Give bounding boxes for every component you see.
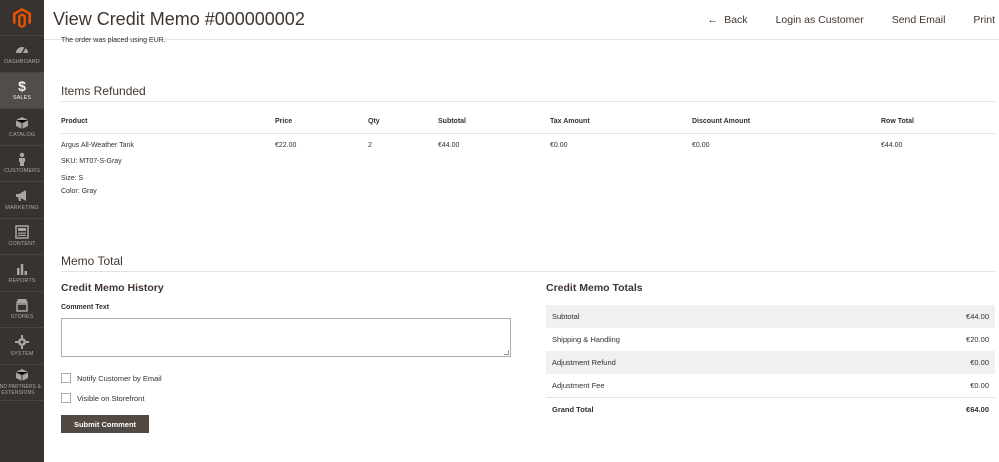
- admin-sidebar: DASHBOARD $ SALES CATALOG CUSTOMERS MARK…: [0, 0, 44, 462]
- sidebar-item-system[interactable]: SYSTEM: [0, 328, 44, 365]
- product-cell: Argus All-Weather Tank SKU: MT07-S-Gray …: [61, 142, 134, 196]
- totals-label: Subtotal: [552, 312, 580, 321]
- content-icon: [15, 225, 29, 239]
- subtotal-cell: €44.00: [438, 142, 460, 149]
- price-cell: €22.00: [275, 142, 297, 149]
- dollar-icon: $: [18, 78, 26, 95]
- sidebar-item-partners[interactable]: FIND PARTNERS & EXTENSIONS: [0, 365, 44, 401]
- column-header-discount: Discount Amount: [692, 118, 751, 125]
- visible-storefront-checkbox[interactable]: [61, 393, 71, 403]
- column-header-tax: Tax Amount: [550, 118, 590, 125]
- back-label: Back: [724, 13, 748, 26]
- sidebar-item-label: CONTENT: [8, 241, 36, 248]
- sidebar-item-label: STORES: [10, 314, 34, 321]
- memo-total-title: Memo Total: [61, 254, 123, 268]
- login-as-customer-button[interactable]: Login as Customer: [762, 14, 878, 26]
- notify-customer-row: Notify Customer by Email: [61, 373, 162, 383]
- product-name: Argus All-Weather Tank: [61, 142, 134, 149]
- dashboard-icon: [16, 46, 28, 54]
- sidebar-item-label: CUSTOMERS: [4, 168, 40, 175]
- totals-value: €0.00: [970, 381, 989, 390]
- column-header-product: Product: [61, 118, 88, 125]
- sidebar-item-sales[interactable]: $ SALES: [0, 72, 44, 109]
- print-button[interactable]: Print: [959, 14, 999, 26]
- store-icon: [16, 299, 28, 312]
- totals-value: €0.00: [970, 358, 989, 367]
- totals-table: Subtotal €44.00 Shipping & Handling €20.…: [546, 305, 995, 420]
- currency-note: The order was placed using EUR.: [61, 37, 166, 44]
- grand-total-row: Grand Total €64.00: [546, 397, 995, 420]
- section-divider: [61, 271, 995, 272]
- bar-chart-icon: [17, 263, 27, 275]
- sidebar-item-label: DASHBOARD: [4, 58, 40, 65]
- cube-icon: [15, 116, 29, 129]
- table-row: Argus All-Weather Tank SKU: MT07-S-Gray …: [61, 134, 995, 196]
- sidebar-item-label: SALES: [12, 95, 32, 102]
- page-header: View Credit Memo #000000002 ← Back Login…: [44, 0, 999, 40]
- comment-text-label: Comment Text: [61, 304, 110, 311]
- sidebar-item-label: CATALOG: [8, 131, 36, 138]
- sidebar-item-marketing[interactable]: MARKETING: [0, 182, 44, 219]
- sidebar-item-label: FIND PARTNERS & EXTENSIONS: [0, 384, 42, 397]
- sidebar-item-customers[interactable]: CUSTOMERS: [0, 146, 44, 182]
- totals-value: €44.00: [966, 312, 989, 321]
- magento-logo-icon: [13, 7, 31, 28]
- sidebar-item-content[interactable]: CONTENT: [0, 219, 44, 255]
- discount-cell: €0.00: [692, 142, 710, 149]
- tax-cell: €0.00: [550, 142, 568, 149]
- column-header-price: Price: [275, 118, 293, 125]
- totals-row: Adjustment Fee €0.00: [546, 374, 995, 397]
- credit-memo-totals-title: Credit Memo Totals: [546, 282, 643, 294]
- comment-text-input[interactable]: [61, 318, 511, 357]
- back-button[interactable]: ← Back: [693, 14, 761, 26]
- product-color: Color: Gray: [61, 188, 97, 195]
- visible-storefront-label: Visible on Storefront: [77, 393, 145, 403]
- magento-logo[interactable]: [0, 0, 44, 36]
- column-header-qty: Qty: [368, 118, 380, 125]
- extensions-icon: [15, 369, 29, 382]
- totals-row: Subtotal €44.00: [546, 305, 995, 328]
- items-refunded-table: Product Price Qty Subtotal Tax Amount Di…: [61, 118, 995, 196]
- totals-row: Shipping & Handling €20.00: [546, 328, 995, 351]
- totals-label: Adjustment Fee: [552, 381, 605, 390]
- arrow-left-icon: ←: [707, 13, 719, 26]
- sidebar-item-dashboard[interactable]: DASHBOARD: [0, 36, 44, 73]
- visible-storefront-row: Visible on Storefront: [61, 393, 144, 403]
- product-sku: SKU: MT07-S-Gray: [61, 158, 122, 165]
- totals-row: Adjustment Refund €0.00: [546, 351, 995, 374]
- row-total-cell: €44.00: [881, 142, 903, 149]
- totals-label: Adjustment Refund: [552, 358, 616, 367]
- table-header-row: Product Price Qty Subtotal Tax Amount Di…: [61, 118, 995, 134]
- section-divider: [61, 101, 995, 102]
- grand-total-value: €64.00: [966, 404, 989, 414]
- notify-customer-label: Notify Customer by Email: [77, 373, 162, 383]
- totals-value: €20.00: [966, 335, 989, 344]
- header-actions: ← Back Login as Customer Send Email Prin…: [693, 0, 999, 40]
- grand-total-label: Grand Total: [552, 404, 594, 414]
- sidebar-item-label: SYSTEM: [10, 350, 34, 357]
- resize-handle-icon[interactable]: [504, 350, 509, 355]
- page-title: View Credit Memo #000000002: [53, 9, 305, 29]
- sidebar-item-label: MARKETING: [5, 204, 39, 211]
- notify-customer-checkbox[interactable]: [61, 373, 71, 383]
- totals-label: Shipping & Handling: [552, 335, 620, 344]
- items-refunded-title: Items Refunded: [61, 84, 146, 98]
- megaphone-icon: [16, 189, 26, 201]
- gear-icon: [15, 334, 29, 349]
- submit-comment-button[interactable]: Submit Comment: [61, 415, 149, 433]
- sidebar-item-reports[interactable]: REPORTS: [0, 255, 44, 292]
- person-icon: [19, 153, 25, 167]
- column-header-row-total: Row Total: [881, 118, 914, 125]
- qty-cell: 2: [368, 142, 372, 149]
- column-header-subtotal: Subtotal: [438, 118, 466, 125]
- send-email-button[interactable]: Send Email: [878, 14, 960, 26]
- credit-memo-history-title: Credit Memo History: [61, 282, 164, 294]
- sidebar-item-stores[interactable]: STORES: [0, 292, 44, 328]
- sidebar-item-catalog[interactable]: CATALOG: [0, 109, 44, 146]
- product-size: Size: S: [61, 175, 84, 182]
- sidebar-item-label: REPORTS: [8, 277, 36, 284]
